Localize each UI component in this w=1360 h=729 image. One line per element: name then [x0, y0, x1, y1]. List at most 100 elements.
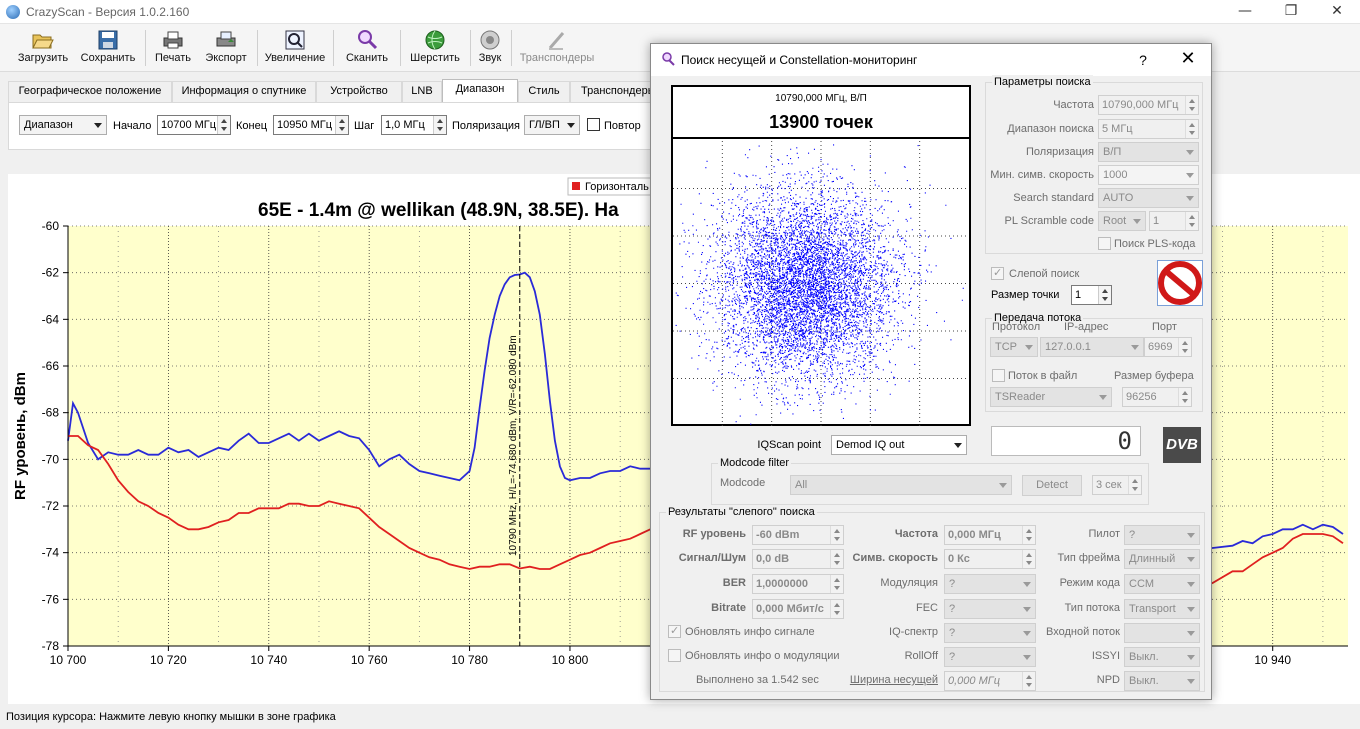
tab-transponders[interactable]: Транспондеры — [570, 81, 654, 102]
player-select[interactable]: TSReader — [990, 387, 1112, 407]
port-input[interactable]: 6969 — [1144, 337, 1192, 357]
sr-label: Симв. скорость — [852, 552, 938, 564]
range-mode-select[interactable]: Диапазон — [19, 115, 107, 135]
zoom-button[interactable]: Увеличение — [262, 26, 328, 70]
close-button[interactable]: ✕ — [1314, 0, 1360, 24]
start-label: Начало — [113, 120, 152, 132]
bufsize-input[interactable]: 96256 — [1122, 387, 1192, 407]
instream-select[interactable] — [1124, 623, 1200, 643]
minsym-value: 1000 — [1103, 169, 1128, 181]
std-select[interactable]: AUTO — [1098, 188, 1199, 208]
spin-buttons-icon[interactable] — [1185, 96, 1198, 114]
scan-label: Сканить — [345, 52, 389, 64]
pls-code-input[interactable]: 1 — [1149, 211, 1199, 231]
globe-icon — [425, 30, 445, 50]
print-label: Печать — [154, 52, 192, 64]
rf-field: -60 dBm — [752, 525, 844, 545]
print-button[interactable]: Печать — [150, 26, 196, 70]
pilot-value: ? — [1129, 529, 1136, 541]
dialog-close-button[interactable]: ✕ — [1173, 48, 1203, 72]
spin-buttons-icon[interactable] — [1178, 388, 1191, 406]
streamtype-select[interactable]: Transport — [1124, 599, 1200, 619]
spin-buttons-icon[interactable] — [1185, 212, 1198, 230]
constellation-plot[interactable] — [673, 141, 969, 426]
spin-buttons-icon[interactable] — [335, 116, 348, 134]
stop-button[interactable] — [1157, 260, 1203, 306]
iq-select[interactable]: ? — [944, 623, 1036, 643]
fec-select[interactable]: ? — [944, 599, 1036, 619]
step-input[interactable]: 1,0 МГц — [381, 115, 447, 135]
pilot-label: Пилот — [1088, 528, 1120, 540]
modcode-group: Modcode filter Modcode All Detect 3 сек — [711, 456, 1149, 505]
dialog-help-button[interactable]: ? — [1131, 49, 1155, 71]
iqscan-select[interactable]: Demod IQ out — [831, 435, 967, 455]
x-tick-label: 10 700 — [50, 653, 87, 667]
pilot-select[interactable]: ? — [1124, 525, 1200, 545]
update-signal-checkbox[interactable] — [668, 624, 681, 638]
blind-search-checkbox[interactable] — [991, 266, 1004, 280]
ip-select[interactable]: 127.0.0.1 — [1040, 337, 1144, 357]
y-tick-label: -60 — [42, 219, 60, 233]
update-mod-label: Обновлять инфо о модуляции — [685, 650, 840, 662]
tab-satellite-info[interactable]: Информация о спутнике — [172, 81, 316, 102]
save-button[interactable]: Сохранить — [76, 26, 140, 70]
instream-label: Входной поток — [1046, 626, 1120, 638]
scan-button[interactable]: Сканить — [338, 26, 396, 70]
transponders-button[interactable]: Транспондеры — [514, 26, 600, 70]
end-input[interactable]: 10950 МГц — [273, 115, 349, 135]
chevron-down-icon — [1133, 219, 1141, 224]
port-label: Порт — [1152, 321, 1177, 333]
rolloff-select[interactable]: ? — [944, 647, 1036, 667]
spin-buttons-icon[interactable] — [1178, 338, 1191, 356]
sound-button[interactable]: Звук — [472, 26, 508, 70]
tab-device[interactable]: Устройство — [316, 81, 402, 102]
search-freq-input[interactable]: 10790,000 МГц — [1098, 95, 1199, 115]
chevron-down-icon — [1187, 607, 1195, 612]
issyi-select[interactable]: Выкл. — [1124, 647, 1200, 667]
pls-search-checkbox[interactable] — [1098, 237, 1111, 250]
tab-lnb[interactable]: LNB — [402, 81, 442, 102]
load-button[interactable]: Загрузить — [10, 26, 76, 70]
spin-buttons-icon[interactable] — [1098, 286, 1111, 304]
ber-value: 1,0000000 — [756, 578, 808, 590]
spin-buttons-icon[interactable] — [1128, 476, 1141, 494]
search-range-input[interactable]: 5 МГц — [1098, 119, 1199, 139]
point-size-input[interactable]: 1 — [1071, 285, 1112, 305]
constellation-view[interactable]: 10790,000 МГц, В/П 13900 точек — [671, 85, 971, 426]
export-button[interactable]: Экспорт — [200, 26, 252, 70]
spin-buttons-icon[interactable] — [433, 116, 446, 134]
sweep-button[interactable]: Шерстить — [404, 26, 466, 70]
dialog-title-bar: Поиск несущей и Constellation-мониторинг… — [651, 44, 1211, 76]
start-input[interactable]: 10700 МГц — [157, 115, 231, 135]
polarization-select[interactable]: ГЛ/ВП — [524, 115, 580, 135]
spin-buttons-icon — [830, 550, 843, 568]
chevron-down-icon — [94, 123, 102, 128]
stream-to-file-checkbox[interactable] — [992, 369, 1005, 382]
chevron-down-icon — [1186, 150, 1194, 155]
detect-button[interactable]: Detect — [1022, 475, 1082, 496]
carrier-width-label[interactable]: Ширина несущей — [848, 674, 938, 686]
frame-select[interactable]: Длинный — [1124, 549, 1200, 569]
iqscan-label: IQScan point — [757, 439, 821, 451]
blind-search-label: Слепой поиск — [1009, 268, 1080, 280]
codemode-select[interactable]: CCM — [1124, 574, 1200, 594]
minimize-button[interactable]: — — [1222, 0, 1268, 24]
modcode-select[interactable]: All — [790, 475, 1012, 495]
pol-select[interactable]: В/П — [1098, 142, 1199, 162]
spin-buttons-icon[interactable] — [217, 116, 230, 134]
repeat-checkbox[interactable] — [587, 118, 600, 131]
dvb-logo: DVB — [1163, 427, 1201, 463]
pls-mode-select[interactable]: Root — [1098, 211, 1146, 231]
detect-time-input[interactable]: 3 сек — [1092, 475, 1142, 495]
update-mod-checkbox[interactable] — [668, 649, 681, 662]
npd-select[interactable]: Выкл. — [1124, 671, 1200, 691]
spin-buttons-icon[interactable] — [1185, 120, 1198, 138]
maximize-button[interactable]: ❐ — [1268, 0, 1314, 24]
tab-geo[interactable]: Географическое положение — [8, 81, 172, 102]
protocol-select[interactable]: TCP — [990, 337, 1038, 357]
tab-style[interactable]: Стиль — [518, 81, 570, 102]
minsym-select[interactable]: 1000 — [1098, 165, 1199, 185]
rolloff-value: ? — [949, 651, 956, 663]
mod-select[interactable]: ? — [944, 574, 1036, 594]
tab-range[interactable]: Диапазон — [442, 79, 518, 102]
